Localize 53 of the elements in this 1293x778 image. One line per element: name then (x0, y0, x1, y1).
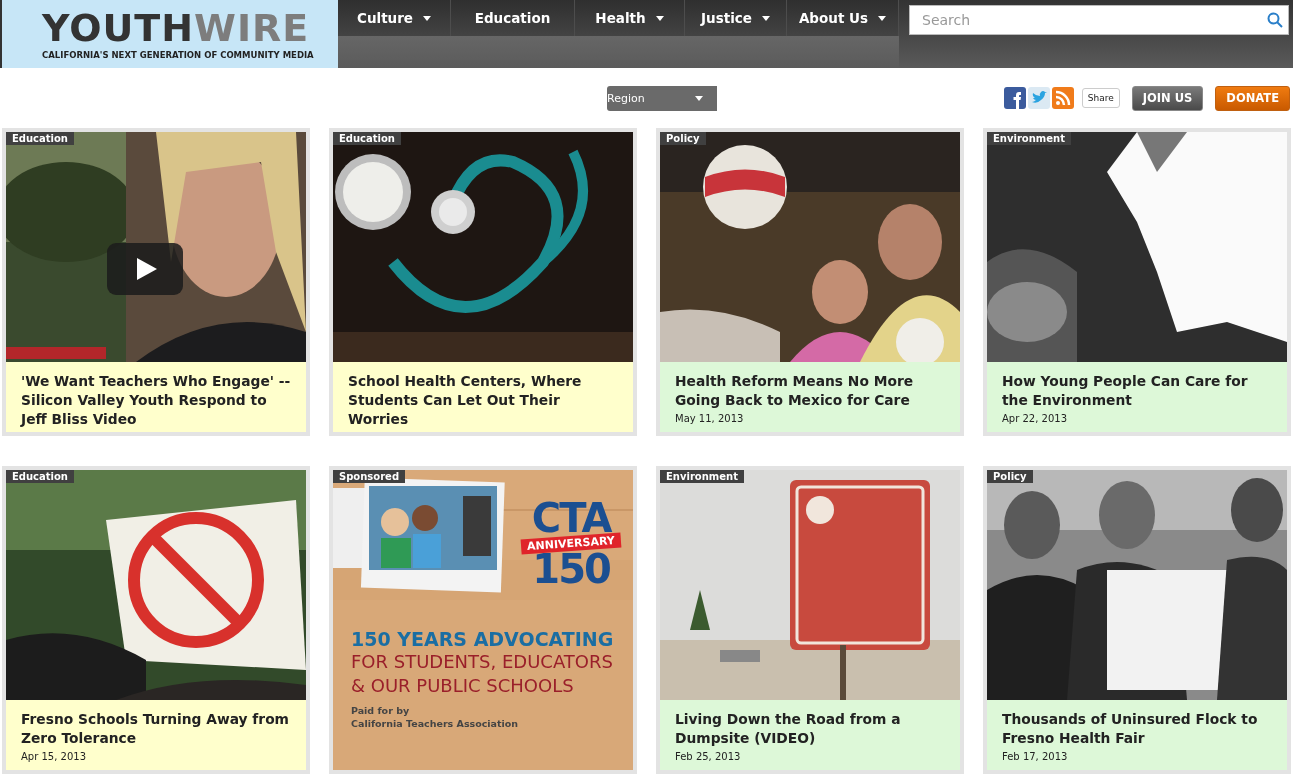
bird-icon[interactable] (1027, 87, 1050, 109)
article-card[interactable]: Environment Living Down the Road from a Dumpsite (VIDEO) Feb 25, 2013 (656, 466, 964, 774)
article-card[interactable]: Education School Health Centers, Where Students Can Let Out Their Worries (329, 128, 637, 436)
caret-icon (761, 15, 770, 21)
article-title[interactable]: Fresno Schools Turning Away from Zero Tolerance (21, 710, 294, 748)
article-title[interactable]: How Young People Can Care for the Environment (1002, 372, 1275, 410)
caret-icon (695, 95, 703, 101)
article-card[interactable]: Policy Thousands of Uninsured Flock to Fresno Health Fair Feb 17, 2013 (983, 466, 1291, 774)
ad-text: FOR STUDENTS, EDUCATORS (351, 650, 614, 674)
caret-icon (878, 15, 887, 21)
region-dropdown[interactable]: Region (607, 85, 717, 111)
category-label: Environment (987, 132, 1071, 145)
facebook-icon[interactable] (1003, 87, 1026, 109)
nav-tab[interactable]: Justice (685, 0, 787, 36)
article-card[interactable]: Education Fresno Schools Turning Away from Zero Tolerance Apr 15, 2013 (2, 466, 310, 774)
article-card[interactable]: Education 'We Want Teachers Who Engage' -- Silicon Valley Youth Respond to Jeff Bliss Video (2, 128, 310, 436)
article-title[interactable]: Living Down the Road from a Dumpsite (VIDEO) (675, 710, 948, 748)
category-label: Policy (660, 132, 706, 145)
ad-card[interactable]: Sponsored CTA ANNIVERSARY 150 150 YEARS ADVOCATING FOR STUDENTS, EDUCATORS & OUR PUBLIC SCHOOLS Paid for by California Teachers Association (329, 466, 637, 774)
search-field[interactable]: Search (909, 5, 1289, 35)
category-label: Education (6, 470, 74, 483)
search-icon[interactable] (1267, 12, 1283, 28)
nav-tab[interactable]: About Us (787, 0, 899, 36)
ad-text: & OUR PUBLIC SCHOOLS (351, 674, 575, 698)
join-button[interactable]: JOIN US (1131, 85, 1204, 111)
caret-icon (655, 15, 664, 21)
category-label: Sponsored (333, 470, 406, 483)
article-date: Apr 22, 2013 (1002, 413, 1068, 424)
article-date: Feb 17, 2013 (1002, 751, 1069, 762)
article-title[interactable]: 'We Want Teachers Who Engage' -- Silicon Valley Youth Respond to Jeff Bliss Video (21, 372, 294, 429)
article-card[interactable]: Policy Health Reform Means No More Going Back to Mexico for Care May 11, 2013 (656, 128, 964, 436)
rss-icon[interactable] (1051, 87, 1074, 109)
ad-disclaimer: Paid for by California Teachers Association (351, 704, 520, 730)
category-label: Education (333, 132, 401, 145)
article-title[interactable]: Thousands of Uninsured Flock to Fresno Health Fair (1002, 710, 1275, 748)
nav-tab[interactable]: Education (451, 0, 575, 36)
site-logo[interactable]: YOUTHWIRE CALIFORNIA'S NEXT GENERATION OF COMMUNITY MEDIA (0, 0, 338, 68)
article-date: Feb 25, 2013 (675, 751, 742, 762)
article-date: May 11, 2013 (675, 413, 745, 424)
ad-headline: 150 YEARS ADVOCATING (351, 628, 615, 650)
caret-icon (423, 15, 431, 21)
share-button[interactable]: Share (1081, 88, 1120, 108)
article-date: Apr 15, 2013 (21, 751, 87, 762)
category-label: Environment (660, 470, 744, 483)
play-icon[interactable] (107, 243, 183, 295)
nav-tab[interactable]: Health (575, 0, 685, 36)
article-title[interactable]: School Health Centers, Where Students Can Let Out Their Worries (348, 372, 621, 429)
category-label: Education (6, 132, 74, 145)
category-label: Policy (987, 470, 1033, 483)
article-title[interactable]: Health Reform Means No More Going Back to Mexico for Care (675, 372, 948, 410)
nav-tab[interactable]: Culture (338, 0, 451, 36)
article-card[interactable]: Environment How Young People Can Care for the Environment Apr 22, 2013 (983, 128, 1291, 436)
anniversary-badge: CTA ANNIVERSARY 150 (521, 500, 621, 587)
